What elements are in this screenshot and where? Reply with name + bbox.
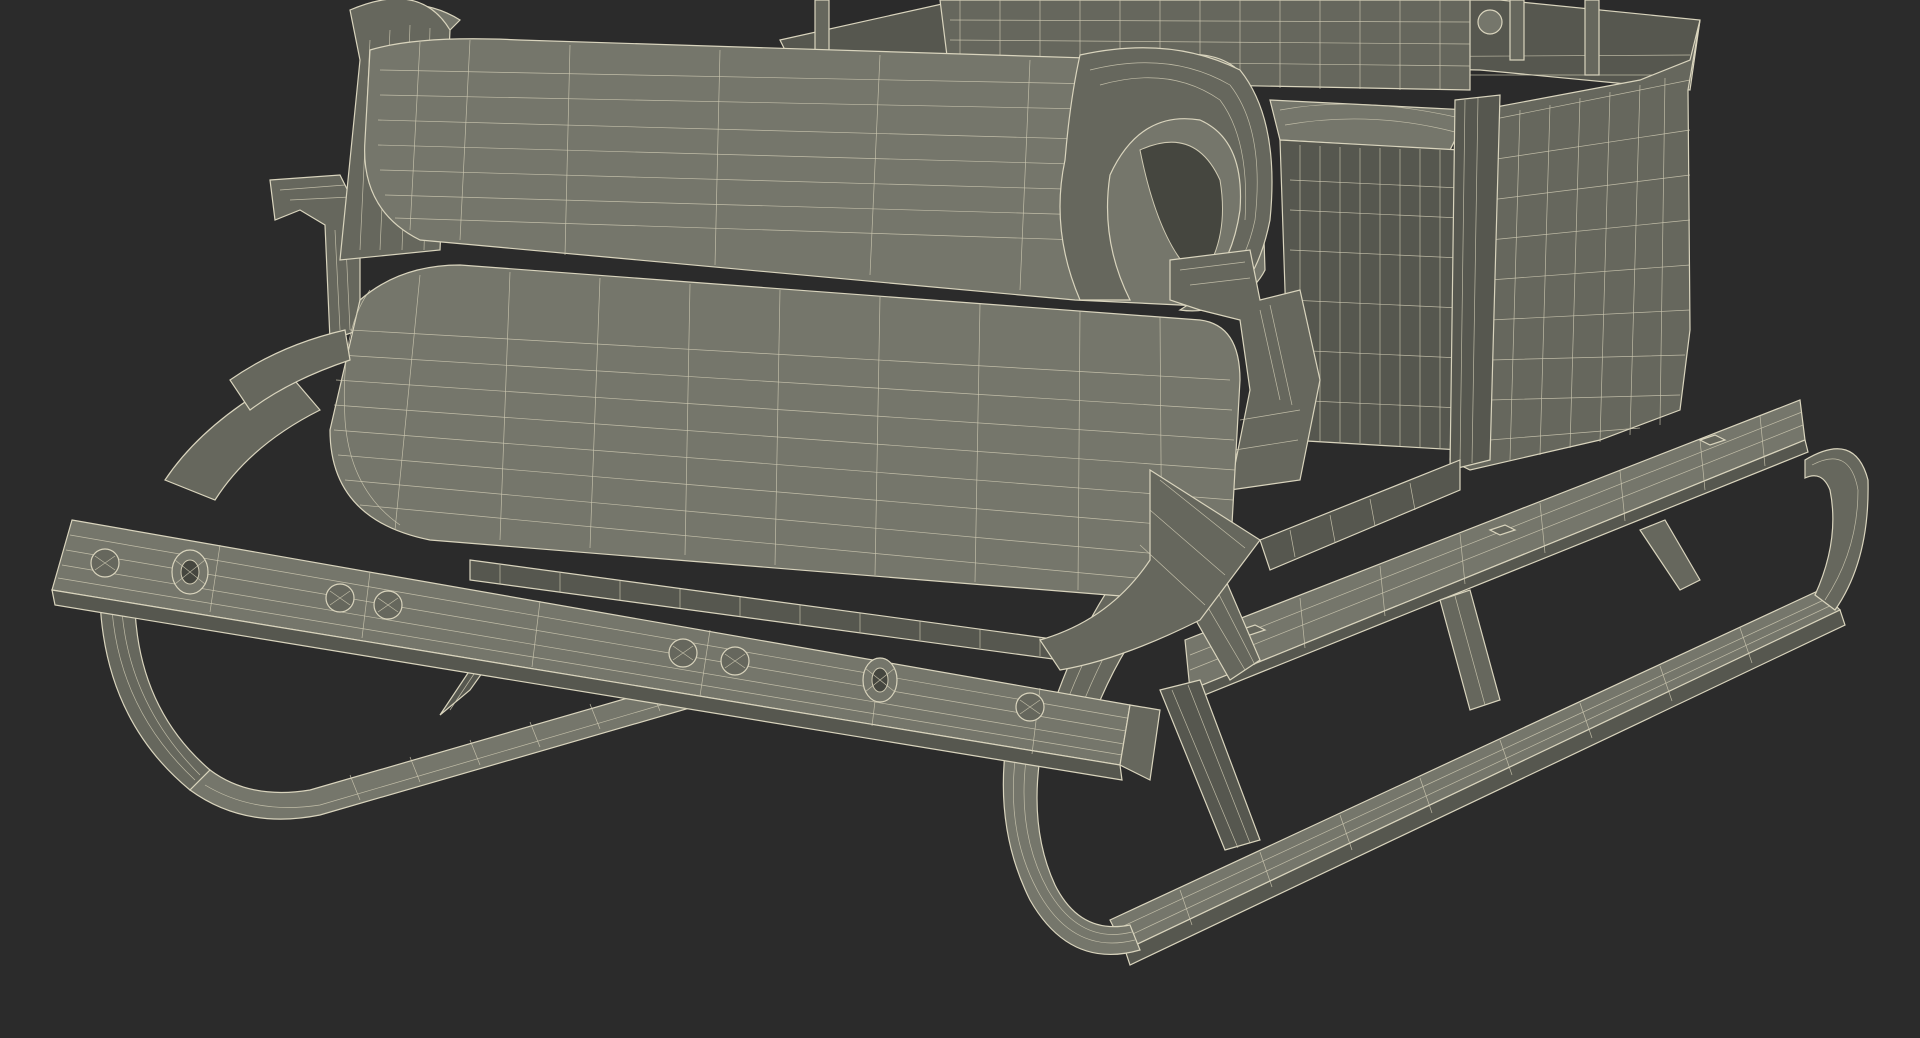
seat-roll-cushion	[329, 264, 1241, 601]
render-viewport	[0, 0, 1920, 1038]
sleigh-wireframe-scene	[51, 0, 1869, 966]
right-side-panel	[1449, 19, 1701, 471]
